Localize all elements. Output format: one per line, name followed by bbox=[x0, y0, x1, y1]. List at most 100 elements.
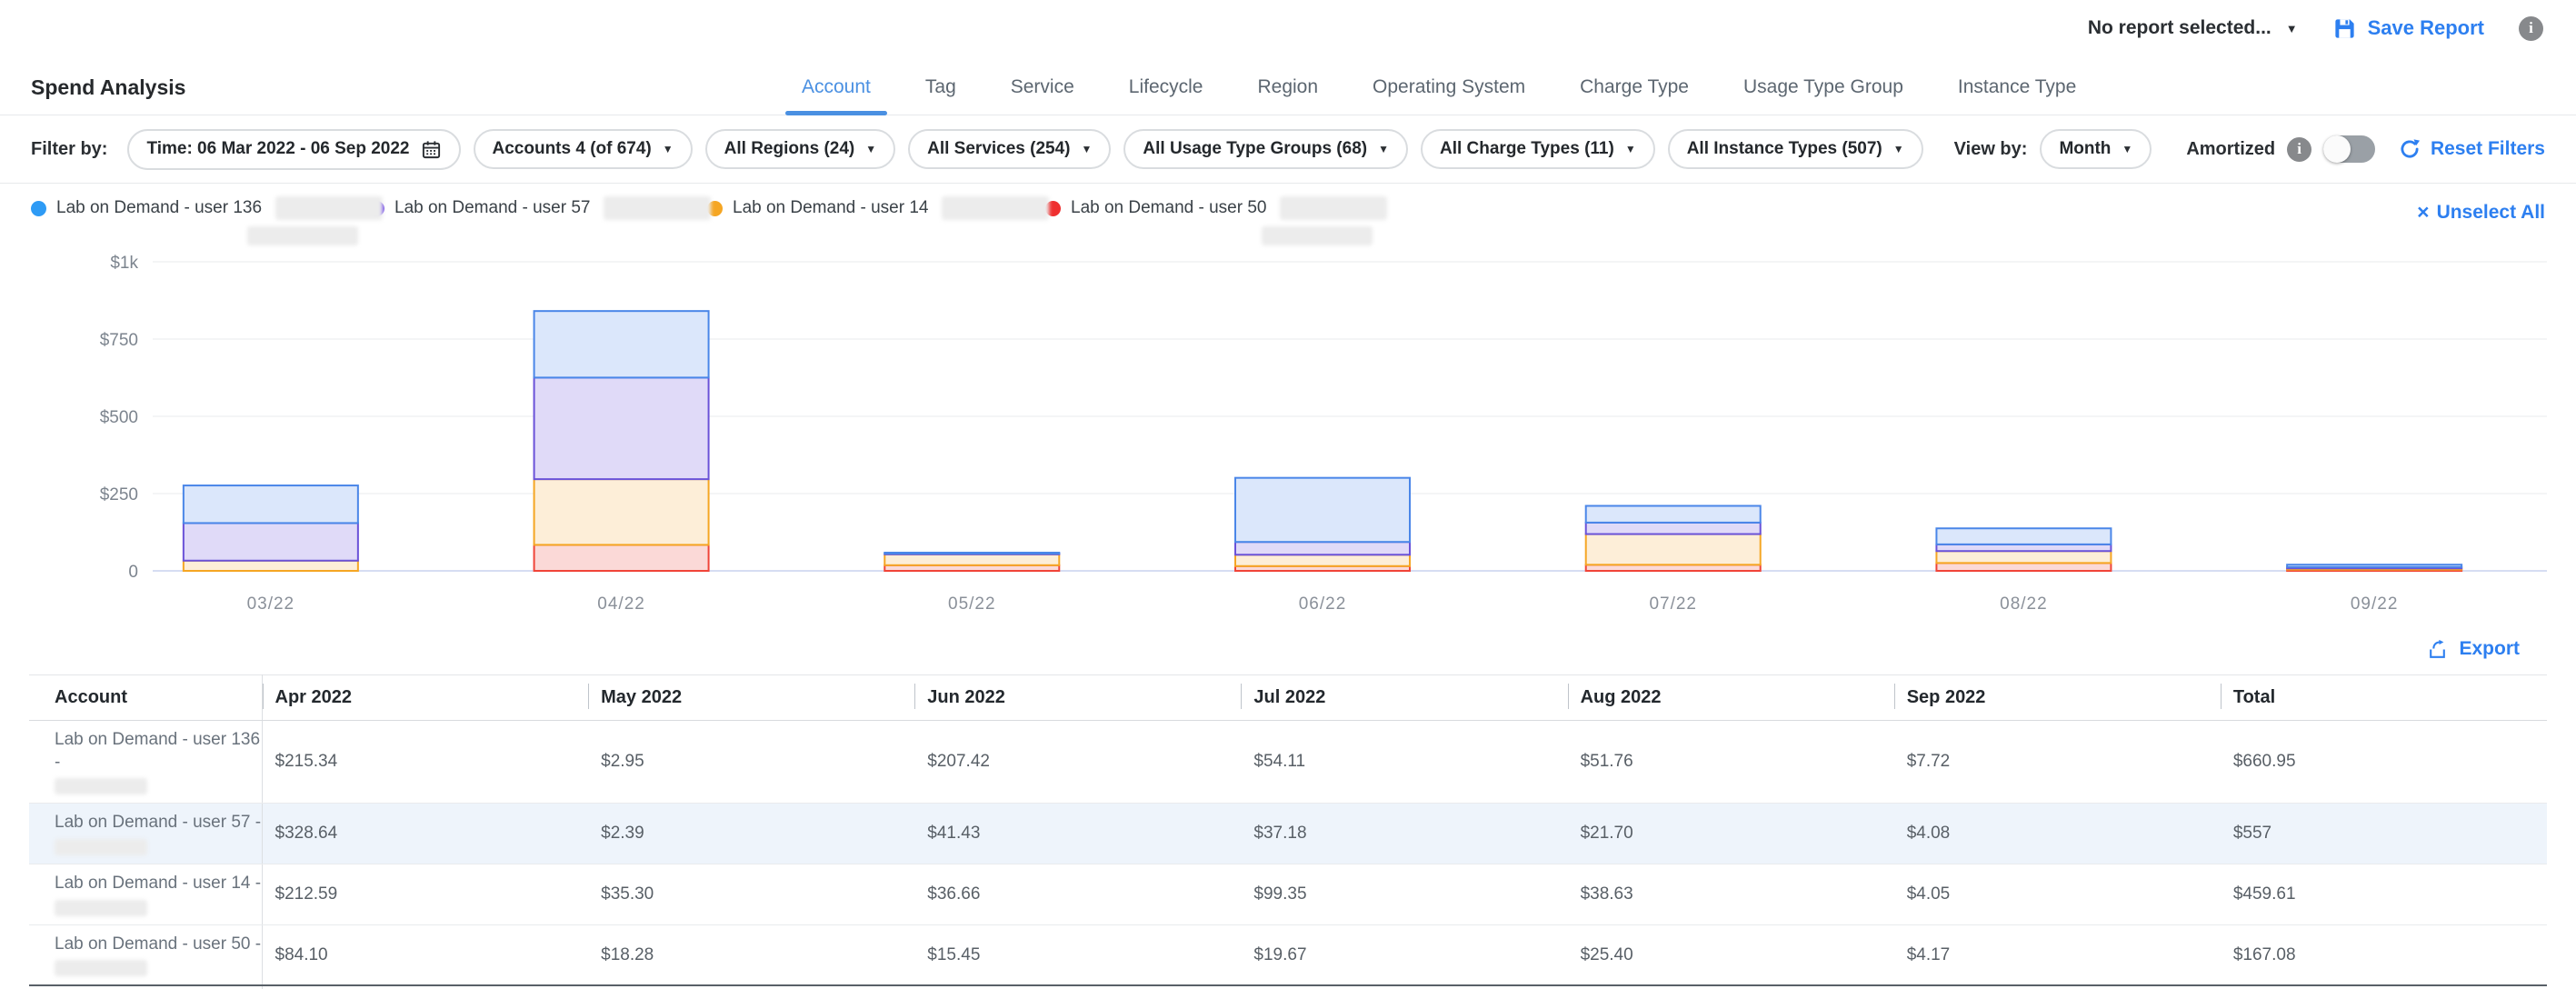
tab-usage-type-group[interactable]: Usage Type Group bbox=[1742, 76, 1905, 115]
filter-pill-label: All Charge Types (11) bbox=[1440, 139, 1614, 159]
tab-service[interactable]: Service bbox=[1009, 76, 1076, 115]
column-header-total[interactable]: Total bbox=[2221, 675, 2547, 721]
column-header-jul-2022[interactable]: Jul 2022 bbox=[1241, 675, 1567, 721]
filter-pill-services[interactable]: All Services (254) ▼ bbox=[908, 129, 1111, 169]
chart-bar-segment-lab-on-demand-user-136[interactable] bbox=[1586, 505, 1761, 522]
value-cell: $51.76 bbox=[1568, 721, 1894, 804]
toggle-knob bbox=[2323, 135, 2351, 163]
chart-bar-segment-lab-on-demand-user-14[interactable] bbox=[1586, 534, 1761, 565]
column-divider bbox=[1894, 684, 1895, 709]
tab-account[interactable]: Account bbox=[800, 76, 873, 115]
account-cell: Lab on Demand - user 57 - bbox=[29, 804, 262, 864]
chart-bar-segment-lab-on-demand-user-136[interactable] bbox=[534, 311, 709, 377]
value-cell: $99.35 bbox=[1241, 864, 1567, 925]
table-row-lab-on-demand-user-57[interactable]: Lab on Demand - user 57 -$328.64$2.39$41… bbox=[29, 804, 2547, 864]
total-value-cell: $58.92 bbox=[588, 985, 914, 989]
tab-charge-type[interactable]: Charge Type bbox=[1578, 76, 1691, 115]
legend-label: Lab on Demand - user 57 bbox=[394, 198, 590, 218]
chart-bar-segment-lab-on-demand-user-136[interactable] bbox=[1235, 478, 1410, 543]
chevron-down-icon: ▼ bbox=[2122, 143, 2132, 155]
export-button[interactable]: Export bbox=[2426, 638, 2520, 661]
chart-bar-segment-lab-on-demand-user-14[interactable] bbox=[534, 479, 709, 544]
chart-bar-segment-lab-on-demand-user-50[interactable] bbox=[1936, 563, 2111, 571]
column-header-sep-2022[interactable]: Sep 2022 bbox=[1894, 675, 2221, 721]
total-value-cell: $210.32 bbox=[1241, 985, 1567, 989]
chart-bar-segment-lab-on-demand-user-57[interactable] bbox=[184, 523, 358, 560]
unselect-all-label: Unselect All bbox=[2437, 202, 2545, 224]
table-row-lab-on-demand-user-50[interactable]: Lab on Demand - user 50 -$84.10$18.28$15… bbox=[29, 924, 2547, 985]
view-by-dropdown[interactable]: Month ▼ bbox=[2040, 129, 2152, 169]
reset-filters-label: Reset Filters bbox=[2431, 138, 2545, 160]
export-icon bbox=[2426, 638, 2449, 661]
total-value-cell: $137.49 bbox=[1568, 985, 1894, 989]
value-cell: $84.10 bbox=[262, 924, 588, 985]
chart-bar-segment-lab-on-demand-user-50[interactable] bbox=[1586, 564, 1761, 571]
redacted-text bbox=[55, 960, 147, 976]
filter-pill-charge-types[interactable]: All Charge Types (11)▼ bbox=[1421, 129, 1655, 169]
chevron-down-icon: ▼ bbox=[1082, 143, 1093, 155]
legend-item-lab-on-demand-user-14[interactable]: Lab on Demand - user 14 bbox=[707, 196, 1045, 255]
legend-label: Lab on Demand - user 50 bbox=[1071, 198, 1266, 218]
info-icon[interactable]: i bbox=[2519, 16, 2543, 41]
legend-line bbox=[247, 226, 369, 250]
column-header-account[interactable]: Account bbox=[29, 675, 262, 721]
value-cell: $2.95 bbox=[588, 721, 914, 804]
report-selector-dropdown[interactable]: No report selected... ▼ bbox=[2088, 17, 2298, 39]
reset-filters-button[interactable]: Reset Filters bbox=[2398, 137, 2545, 161]
column-header-label: Jun 2022 bbox=[927, 687, 1005, 707]
chart-bar-segment-lab-on-demand-user-14[interactable] bbox=[884, 554, 1059, 565]
filter-pill-usage-type-groups[interactable]: All Usage Type Groups (68)▼ bbox=[1123, 129, 1408, 169]
info-icon[interactable]: i bbox=[2287, 137, 2311, 162]
column-header-jun-2022[interactable]: Jun 2022 bbox=[914, 675, 1241, 721]
chevron-down-icon: ▼ bbox=[663, 143, 674, 155]
value-cell: $7.72 bbox=[1894, 721, 2221, 804]
amortized-toggle[interactable] bbox=[2323, 135, 2375, 163]
filter-pill-instance-types[interactable]: All Instance Types (507)▼ bbox=[1668, 129, 1923, 169]
filter-pill-regions[interactable]: All Regions (24)▼ bbox=[705, 129, 895, 169]
tab-instance-type[interactable]: Instance Type bbox=[1956, 76, 2078, 115]
table-row-lab-on-demand-user-136[interactable]: Lab on Demand - user 136 -$215.34$2.95$2… bbox=[29, 721, 2547, 804]
chart-y-tick-label: $250 bbox=[100, 485, 138, 504]
tab-region[interactable]: Region bbox=[1255, 76, 1320, 115]
chart-bar-segment-lab-on-demand-user-50[interactable] bbox=[534, 544, 709, 571]
filter-pill-label: Time: 06 Mar 2022 - 06 Sep 2022 bbox=[146, 139, 409, 159]
chart-bar-segment-lab-on-demand-user-136[interactable] bbox=[2287, 564, 2461, 567]
chart-bar-segment-lab-on-demand-user-14[interactable] bbox=[184, 561, 358, 571]
chart-bar-segment-lab-on-demand-user-14[interactable] bbox=[1235, 554, 1410, 565]
legend-item-lab-on-demand-user-136[interactable]: Lab on Demand - user 136 bbox=[31, 196, 369, 255]
column-header-apr-2022[interactable]: Apr 2022 bbox=[262, 675, 588, 721]
column-header-may-2022[interactable]: May 2022 bbox=[588, 675, 914, 721]
view-by-value: Month bbox=[2059, 139, 2111, 159]
reset-icon bbox=[2398, 137, 2421, 161]
chart-bar-segment-lab-on-demand-user-57[interactable] bbox=[1936, 544, 2111, 551]
chart-bar-segment-lab-on-demand-user-57[interactable] bbox=[534, 377, 709, 479]
tab-lifecycle[interactable]: Lifecycle bbox=[1127, 76, 1205, 115]
chart-bar-segment-lab-on-demand-user-57[interactable] bbox=[1235, 542, 1410, 554]
filter-pill-label: All Services (254) bbox=[927, 139, 1070, 159]
table-row-lab-on-demand-user-14[interactable]: Lab on Demand - user 14 -$212.59$35.30$3… bbox=[29, 864, 2547, 925]
filter-pill-label: Accounts 4 (of 674) bbox=[493, 139, 652, 159]
column-divider bbox=[2221, 684, 2222, 709]
chart-legend: Lab on Demand - user 136 Lab on Demand - … bbox=[0, 196, 2576, 255]
column-divider bbox=[1241, 684, 1242, 709]
unselect-all-button[interactable]: × Unselect All bbox=[2417, 200, 2545, 225]
legend-item-lab-on-demand-user-50[interactable]: Lab on Demand - user 50 bbox=[1045, 196, 1383, 255]
table-header-row: AccountApr 2022May 2022 Jun 2022 Jul 2022A… bbox=[29, 675, 2547, 721]
chart-x-tick-label: 09/22 bbox=[2351, 594, 2399, 614]
filter-pill-accounts[interactable]: Accounts 4 (of 674) ▼ bbox=[474, 129, 693, 169]
header-row: Spend Analysis AccountTagServiceLifecycl… bbox=[0, 56, 2576, 115]
filter-pill-time[interactable]: Time: 06 Mar 2022 - 06 Sep 2022 bbox=[127, 129, 460, 170]
column-header-aug-2022[interactable]: Aug 2022 bbox=[1568, 675, 1894, 721]
chart-bar-segment-lab-on-demand-user-136[interactable] bbox=[184, 485, 358, 523]
column-divider bbox=[1568, 684, 1569, 709]
tab-tag[interactable]: Tag bbox=[924, 76, 958, 115]
chevron-down-icon: ▼ bbox=[2286, 22, 2298, 35]
chart-bar-segment-lab-on-demand-user-57[interactable] bbox=[1586, 523, 1761, 534]
chart-bar-segment-lab-on-demand-user-136[interactable] bbox=[884, 553, 1059, 554]
legend-item-lab-on-demand-user-57[interactable]: Lab on Demand - user 57 bbox=[369, 196, 707, 255]
chart-bar-segment-lab-on-demand-user-14[interactable] bbox=[1936, 551, 2111, 563]
tab-operating-system[interactable]: Operating System bbox=[1371, 76, 1527, 115]
chart-bar-segment-lab-on-demand-user-136[interactable] bbox=[1936, 528, 2111, 544]
report-selector-label: No report selected... bbox=[2088, 17, 2271, 39]
save-report-button[interactable]: Save Report bbox=[2332, 16, 2484, 41]
